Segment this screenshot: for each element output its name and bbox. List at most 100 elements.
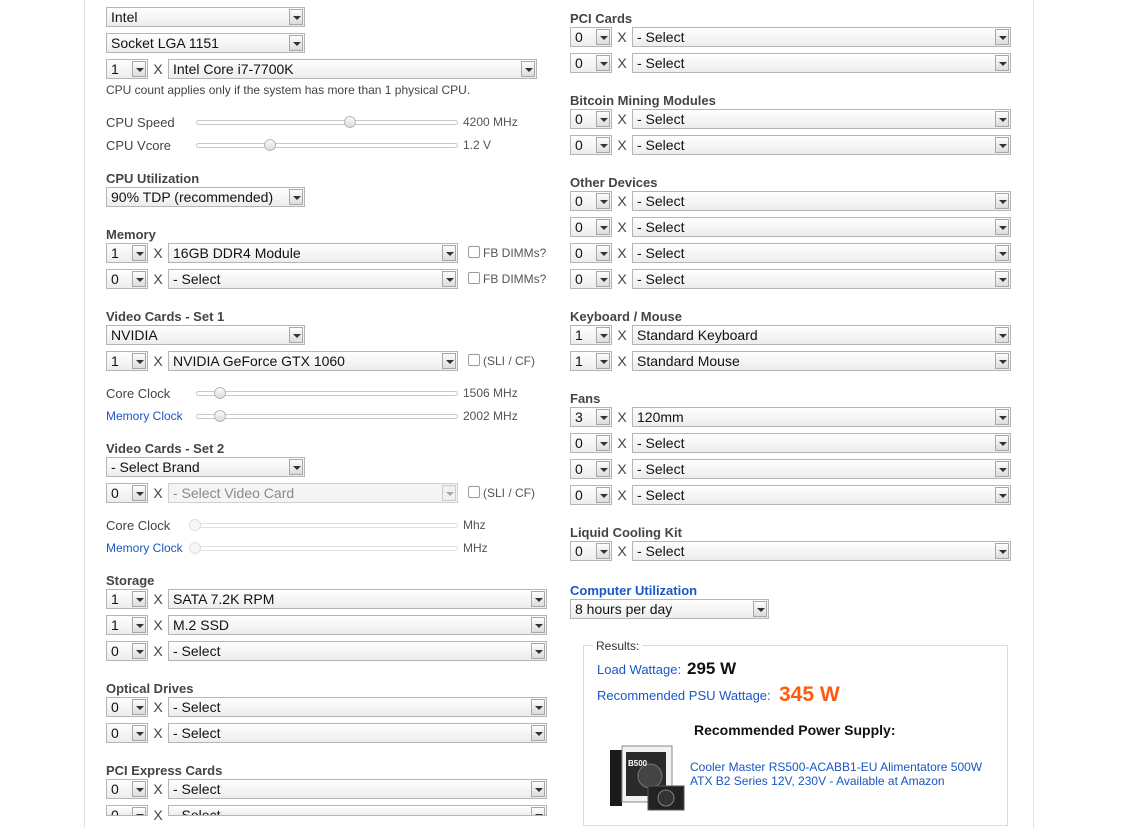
pci-1-card-value: - Select <box>637 29 685 45</box>
fans-2-size-select[interactable]: - Select <box>632 433 1011 453</box>
video-set2-sli-checkbox[interactable] <box>468 486 480 498</box>
pcie-2-qty-select[interactable]: 0 <box>106 805 148 816</box>
cpu-brand-select[interactable]: Intel <box>106 7 305 27</box>
storage-3-type-select[interactable]: - Select <box>168 641 547 661</box>
computer-utilization-select[interactable]: 8 hours per day <box>570 599 769 619</box>
pci-2-card-value: - Select <box>637 55 685 71</box>
bitcoin-1-module-select[interactable]: - Select <box>632 109 1011 129</box>
video-set1-sli-checkbox[interactable] <box>468 354 480 366</box>
other-3-device-select[interactable]: - Select <box>632 243 1011 263</box>
pcie-1-card-select[interactable]: - Select <box>168 779 547 799</box>
video-set1-core-clock-handle[interactable] <box>213 387 226 399</box>
cpu-count-select[interactable]: 1 <box>106 59 148 79</box>
pci-2-qty-select[interactable]: 0 <box>570 53 612 73</box>
optical-1-type-select[interactable]: - Select <box>168 697 547 717</box>
video-set2-qty-select[interactable]: 0 <box>106 483 148 503</box>
fans-1-qty-select[interactable]: 3 <box>570 407 612 427</box>
other-4-device-select[interactable]: - Select <box>632 269 1011 289</box>
video-set2-card-select[interactable]: - Select Video Card <box>168 483 458 503</box>
memory-2-qty-select[interactable]: 0 <box>106 269 148 289</box>
cpu-speed-slider-handle[interactable] <box>343 116 356 128</box>
video-set2-core-clock-slider[interactable] <box>190 523 458 528</box>
pci-1-qty-select[interactable]: 0 <box>570 27 612 47</box>
liquid-qty-select[interactable]: 0 <box>570 541 612 561</box>
memory-2-qty-value: 0 <box>111 271 119 287</box>
storage-3-qty-select[interactable]: 0 <box>106 641 148 661</box>
storage-1-qty-value: 1 <box>111 591 119 607</box>
storage-2-type-select[interactable]: M.2 SSD <box>168 615 547 635</box>
video-set1-card-select[interactable]: NVIDIA GeForce GTX 1060 <box>168 351 458 371</box>
optical-1-qty-select[interactable]: 0 <box>106 697 148 717</box>
other-1-device-select[interactable]: - Select <box>632 191 1011 211</box>
other-2-qty-select[interactable]: 0 <box>570 217 612 237</box>
memory-2-module-select[interactable]: - Select <box>168 269 458 289</box>
keyboard-type-select[interactable]: Standard Keyboard <box>632 325 1011 345</box>
cpu-speed-value: 4200 MHz <box>463 115 518 129</box>
bitcoin-1-module-value: - Select <box>637 111 685 127</box>
chevron-down-icon <box>995 193 1009 209</box>
bitcoin-heading: Bitcoin Mining Modules <box>570 93 716 108</box>
storage-heading: Storage <box>106 573 155 588</box>
video-set2-core-clock-handle[interactable] <box>189 519 201 531</box>
cpu-vcore-slider-handle[interactable] <box>263 139 276 151</box>
cpu-speed-slider[interactable] <box>196 120 458 125</box>
memory-1-qty-select[interactable]: 1 <box>106 243 148 263</box>
optical-2-qty-select[interactable]: 0 <box>106 723 148 743</box>
liquid-kit-select[interactable]: - Select <box>632 541 1011 561</box>
pcie-2-card-select[interactable]: - Select <box>168 805 547 816</box>
video-set1-qty-select[interactable]: 1 <box>106 351 148 371</box>
memory-2-fb-dimms-checkbox[interactable] <box>468 272 480 284</box>
chevron-down-icon <box>531 781 545 797</box>
fans-3-size-select[interactable]: - Select <box>632 459 1011 479</box>
fans-4-qty-select[interactable]: 0 <box>570 485 612 505</box>
memory-1-fb-dimms-checkbox[interactable] <box>468 246 480 258</box>
storage-2-qty-select[interactable]: 1 <box>106 615 148 635</box>
video-set2-memory-clock-slider[interactable] <box>190 546 458 551</box>
mouse-qty-select[interactable]: 1 <box>570 351 612 371</box>
cpu-utilization-value: 90% TDP (recommended) <box>111 189 274 205</box>
cpu-vcore-slider[interactable] <box>196 143 458 148</box>
fans-3-qty-select[interactable]: 0 <box>570 459 612 479</box>
video-set1-memory-clock-handle[interactable] <box>213 410 226 422</box>
multiply-sign: X <box>617 245 627 261</box>
multiply-sign: X <box>617 219 627 235</box>
video-set2-memory-clock-handle[interactable] <box>189 542 201 554</box>
bitcoin-1-qty-select[interactable]: 0 <box>570 109 612 129</box>
cpu-utilization-select[interactable]: 90% TDP (recommended) <box>106 187 305 207</box>
video-set2-brand-select[interactable]: - Select Brand <box>106 457 305 477</box>
psu-product-image[interactable]: B500 <box>608 742 686 812</box>
chevron-down-icon <box>289 9 303 25</box>
video-set2-card-value: - Select Video Card <box>173 485 295 501</box>
cpu-model-select[interactable]: Intel Core i7-7700K <box>168 59 537 79</box>
optical-1-type-value: - Select <box>173 699 221 715</box>
other-4-qty-select[interactable]: 0 <box>570 269 612 289</box>
other-3-qty-select[interactable]: 0 <box>570 243 612 263</box>
other-1-qty-select[interactable]: 0 <box>570 191 612 211</box>
fans-4-size-select[interactable]: - Select <box>632 485 1011 505</box>
optical-2-type-select[interactable]: - Select <box>168 723 547 743</box>
video-set1-core-clock-slider[interactable] <box>196 391 458 396</box>
video-set1-memory-clock-slider[interactable] <box>196 414 458 419</box>
storage-1-qty-select[interactable]: 1 <box>106 589 148 609</box>
psu-product-link[interactable]: Cooler Master RS500-ACABB1-EU Alimentato… <box>690 760 990 788</box>
video-set1-sli-label: (SLI / CF) <box>483 354 536 368</box>
memory-2-fb-dimms-label: FB DIMMs? <box>483 272 547 286</box>
bitcoin-2-qty-select[interactable]: 0 <box>570 135 612 155</box>
bitcoin-1-qty-value: 0 <box>575 111 583 127</box>
keyboard-qty-select[interactable]: 1 <box>570 325 612 345</box>
pcie-1-qty-select[interactable]: 0 <box>106 779 148 799</box>
fans-2-qty-select[interactable]: 0 <box>570 433 612 453</box>
mouse-type-select[interactable]: Standard Mouse <box>632 351 1011 371</box>
pci-1-card-select[interactable]: - Select <box>632 27 1011 47</box>
fans-1-size-select[interactable]: 120mm <box>632 407 1011 427</box>
storage-1-type-select[interactable]: SATA 7.2K RPM <box>168 589 547 609</box>
chevron-down-icon <box>995 543 1009 559</box>
pci-2-card-select[interactable]: - Select <box>632 53 1011 73</box>
bitcoin-2-module-select[interactable]: - Select <box>632 135 1011 155</box>
other-2-device-select[interactable]: - Select <box>632 217 1011 237</box>
video-set1-brand-select[interactable]: NVIDIA <box>106 325 305 345</box>
chevron-down-icon <box>132 807 146 815</box>
memory-1-module-select[interactable]: 16GB DDR4 Module <box>168 243 458 263</box>
cpu-socket-select[interactable]: Socket LGA 1151 <box>106 33 305 53</box>
video-set1-memory-clock-label: Memory Clock <box>106 409 183 423</box>
